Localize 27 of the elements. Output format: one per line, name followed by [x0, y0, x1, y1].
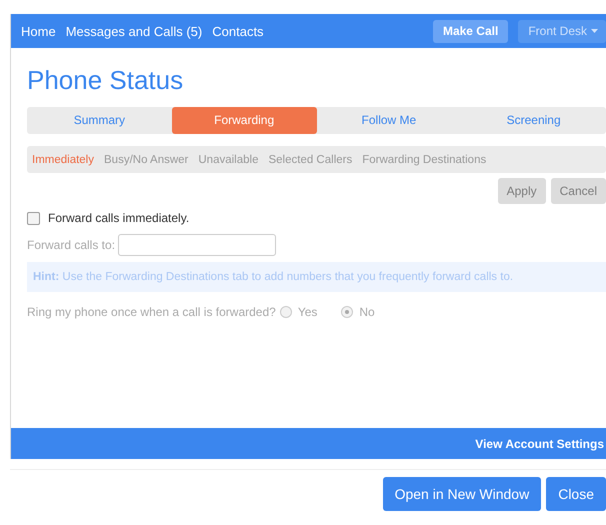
subtab[interactable]: Busy/No Answer: [104, 154, 188, 166]
dialog-button[interactable]: Open in New Window: [382, 477, 542, 511]
subtab[interactable]: Immediately: [32, 154, 94, 166]
tab[interactable]: Forwarding: [172, 107, 316, 134]
radio-label: No: [359, 305, 375, 319]
subtab[interactable]: Selected Callers: [268, 154, 352, 166]
tab[interactable]: Follow Me: [316, 107, 462, 134]
dialog-button[interactable]: Close: [546, 477, 606, 511]
checkbox[interactable]: [27, 212, 40, 224]
page-title: Phone Status: [27, 64, 184, 97]
tab[interactable]: Screening: [461, 107, 606, 134]
hint-text: Hint: Use the Forwarding Destinations tab to add numbers that you frequently forward calls to.: [33, 271, 514, 283]
caret-icon: [591, 29, 598, 33]
radio-button[interactable]: [341, 306, 354, 318]
make-call-button[interactable]: Make Call: [432, 20, 508, 42]
nav-link[interactable]: Home: [21, 24, 56, 38]
account-settings-link[interactable]: View Account Settings: [475, 436, 604, 450]
nav-link[interactable]: Messages and Calls (5): [66, 24, 202, 38]
question-label: Ring my phone once when a call is forwarded?: [27, 305, 276, 319]
field-label: Forward calls to:: [27, 238, 116, 252]
nav-link[interactable]: Contacts: [212, 24, 264, 38]
radio-button[interactable]: [280, 306, 292, 318]
radio-label: Yes: [298, 305, 318, 319]
checkbox-label: Forward calls immediately.: [48, 211, 190, 225]
subtab[interactable]: Unavailable: [198, 154, 258, 166]
subtab[interactable]: Forwarding Destinations: [362, 154, 486, 166]
tab[interactable]: Summary: [27, 107, 172, 134]
